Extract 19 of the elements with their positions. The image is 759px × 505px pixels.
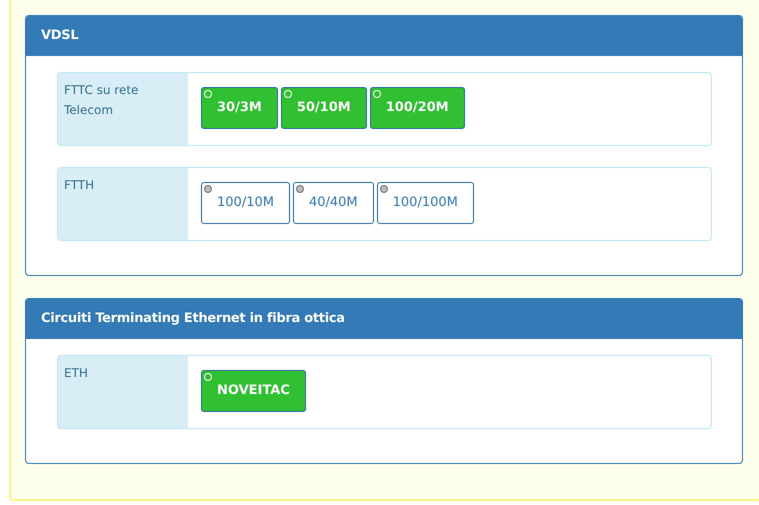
radio-icon — [296, 185, 304, 193]
radio-icon — [284, 90, 292, 98]
row-label: FTTC su rete Telecom — [58, 73, 188, 145]
speed-option[interactable]: 100/100M — [376, 182, 474, 224]
speed-option[interactable]: 30/3M — [201, 87, 278, 129]
row-label: ETH — [58, 356, 188, 428]
panel-title: VDSL — [41, 27, 78, 46]
radio-icon — [204, 373, 212, 381]
speed-option[interactable]: 50/10M — [280, 87, 367, 129]
radio-icon — [204, 185, 212, 193]
radio-icon — [380, 185, 388, 193]
speed-option[interactable]: 100/10M — [201, 182, 290, 224]
radio-icon — [372, 90, 381, 98]
speed-option[interactable]: 40/40M — [292, 182, 374, 224]
panel-title: Circuiti Terminating Ethernet in fibra ottica — [41, 310, 345, 328]
row-label: FTTH — [58, 168, 188, 240]
radio-icon — [204, 90, 212, 98]
speed-option[interactable]: 100/20M — [370, 87, 465, 129]
speed-option[interactable]: NOVEITAC — [201, 370, 306, 412]
